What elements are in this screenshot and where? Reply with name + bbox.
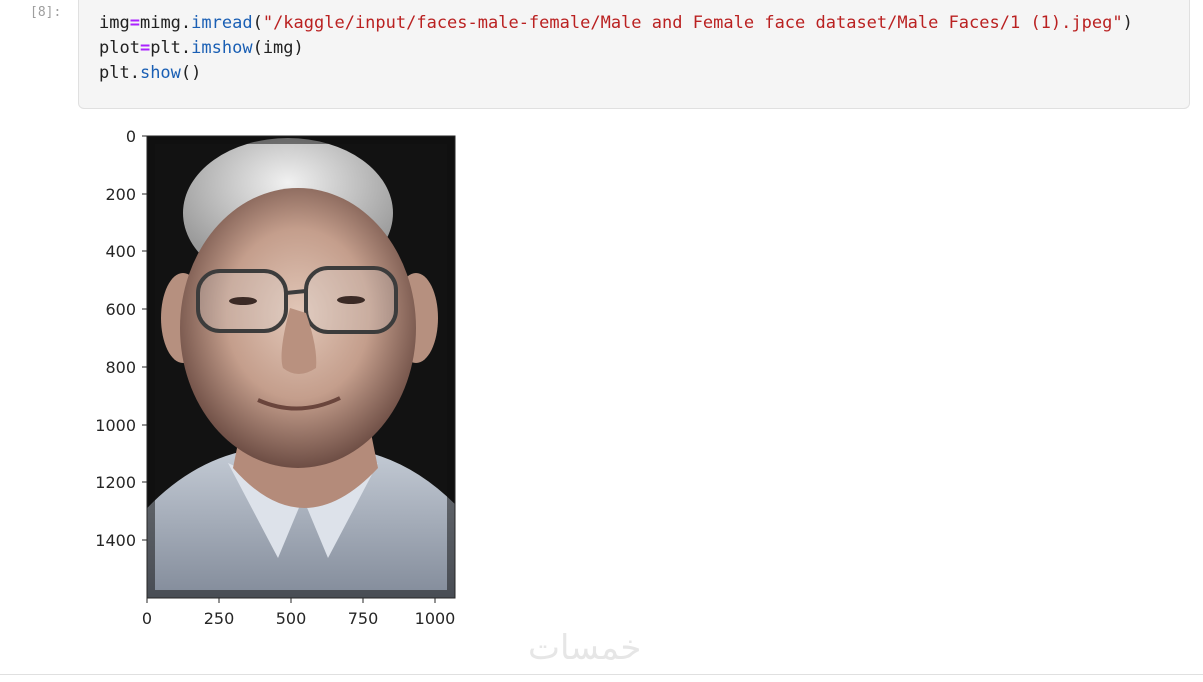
y-tick-label: 200 bbox=[105, 185, 136, 204]
y-tick-label: 600 bbox=[105, 300, 136, 319]
y-tick-label: 0 bbox=[126, 127, 136, 146]
x-tick-label: 250 bbox=[204, 609, 235, 628]
y-tick-label: 400 bbox=[105, 242, 136, 261]
x-tick-label: 0 bbox=[142, 609, 152, 628]
code-editor[interactable]: img=mimg.imread("/kaggle/input/faces-mal… bbox=[99, 11, 1133, 86]
x-axis: 0 250 500 750 1000 bbox=[142, 598, 455, 628]
y-tick-label: 1200 bbox=[95, 473, 136, 492]
y-tick-label: 800 bbox=[105, 358, 136, 377]
x-tick-label: 500 bbox=[276, 609, 307, 628]
code-line-2: plot=plt.imshow(img) bbox=[99, 38, 304, 58]
y-tick-label: 1000 bbox=[95, 416, 136, 435]
code-line-1: img=mimg.imread("/kaggle/input/faces-mal… bbox=[99, 13, 1133, 33]
watermark-logo: خمسات bbox=[528, 628, 642, 668]
x-tick-label: 1000 bbox=[415, 609, 456, 628]
imshow-plot: 0 200 400 600 800 1000 1200 1400 0 250 5… bbox=[95, 127, 456, 628]
y-tick-label: 1400 bbox=[95, 531, 136, 550]
code-cell[interactable]: img=mimg.imread("/kaggle/input/faces-mal… bbox=[78, 0, 1190, 109]
code-line-3: plt.show() bbox=[99, 63, 202, 83]
y-axis: 0 200 400 600 800 1000 1200 1400 bbox=[95, 127, 147, 550]
divider bbox=[0, 674, 1203, 675]
cell-prompt: [8]: bbox=[30, 5, 62, 20]
photo bbox=[147, 136, 455, 598]
cell-output: 0 200 400 600 800 1000 1200 1400 0 250 5… bbox=[78, 118, 478, 638]
x-tick-label: 750 bbox=[348, 609, 379, 628]
